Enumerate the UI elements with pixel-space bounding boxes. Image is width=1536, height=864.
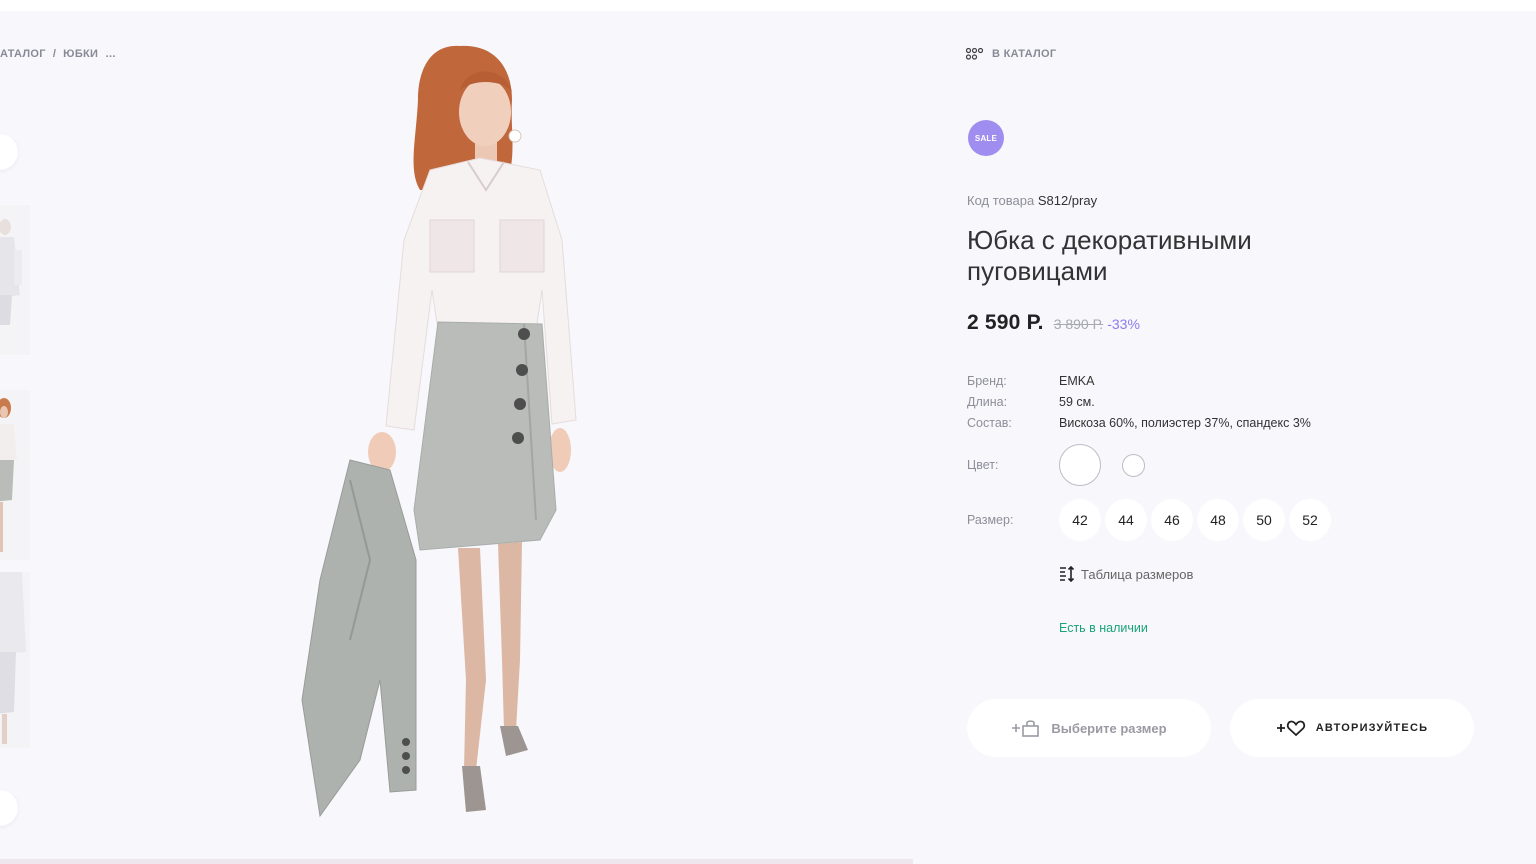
add-to-cart-button[interactable]: Выберите размер	[967, 699, 1211, 757]
bottom-divider	[0, 859, 913, 864]
size-option[interactable]: 46	[1151, 499, 1193, 541]
breadcrumb-separator: /	[52, 48, 57, 60]
thumbnail-1[interactable]	[0, 205, 30, 355]
property-label: Бренд:	[967, 373, 1007, 388]
product-sku: Код товара S812/pray	[967, 193, 1097, 208]
thumbnails-prev-button[interactable]	[0, 134, 18, 170]
sku-value: S812/pray	[1037, 193, 1098, 208]
thumbnail-3[interactable]	[0, 572, 30, 748]
auth-label: АВТОРИЗУЙТЕСЬ	[1315, 722, 1429, 734]
price-block: 2 590 Р. 3 890 Р. -33%	[967, 311, 1140, 335]
current-price: 2 590 Р.	[967, 311, 1044, 334]
discount-percent: -33%	[1107, 316, 1140, 332]
property-value: Вискоза 60%, полиэстер 37%, спандекс 3%	[1059, 415, 1311, 430]
size-option[interactable]: 52	[1289, 499, 1331, 541]
top-bar	[0, 0, 1536, 11]
color-swatch[interactable]	[1122, 453, 1145, 477]
sku-label: Код товара	[967, 193, 1035, 208]
breadcrumb-more[interactable]: ...	[106, 48, 116, 60]
add-to-favorites-icon	[1276, 720, 1305, 737]
add-to-cart-label: Выберите размер	[1051, 720, 1167, 736]
product-main-image[interactable]	[290, 40, 610, 830]
thumbnail-2[interactable]	[0, 390, 30, 560]
size-selector: Размер: 42 44 46 48 50 52	[967, 499, 1331, 541]
breadcrumb-item-skirts[interactable]: ЮБКИ	[63, 48, 98, 60]
property-label: Состав:	[967, 415, 1012, 430]
size-option[interactable]: 50	[1243, 499, 1285, 541]
color-label: Цвет:	[967, 458, 999, 472]
stock-status: Есть в наличии	[1059, 621, 1148, 635]
property-length: Длина: 59 см.	[967, 391, 1311, 412]
size-chart-icon	[1060, 566, 1075, 582]
add-to-cart-icon	[1012, 720, 1040, 737]
color-swatch-selected[interactable]	[1059, 444, 1101, 486]
product-title: Юбка с декоративными пуговицами	[967, 225, 1252, 286]
size-label: Размер:	[967, 513, 1014, 527]
size-option[interactable]: 44	[1105, 499, 1147, 541]
add-to-wishlist-button[interactable]: АВТОРИЗУЙТЕСЬ	[1230, 699, 1474, 757]
color-selector: Цвет:	[967, 444, 1145, 486]
back-to-catalog-label: В КАТАЛОГ	[992, 48, 1057, 60]
back-to-catalog-link[interactable]: В КАТАЛОГ	[966, 48, 1056, 60]
breadcrumb-item-catalog[interactable]: АТАЛОГ	[0, 48, 46, 60]
thumbnails-next-button[interactable]	[0, 790, 18, 826]
grid-dots-icon	[966, 48, 984, 60]
property-value: EMKA	[1059, 373, 1095, 388]
size-table-label: Таблица размеров	[1081, 566, 1194, 582]
property-composition: Состав: Вискоза 60%, полиэстер 37%, спан…	[967, 412, 1311, 433]
old-price: 3 890 Р.	[1053, 316, 1104, 332]
property-label: Длина:	[967, 394, 1008, 409]
size-options: 42 44 46 48 50 52	[1059, 499, 1331, 541]
product-properties: Бренд: EMKA Длина: 59 см. Состав: Вискоз…	[967, 370, 1311, 433]
property-value: 59 см.	[1059, 394, 1095, 409]
property-brand: Бренд: EMKA	[967, 370, 1311, 391]
size-option[interactable]: 48	[1197, 499, 1239, 541]
size-option[interactable]: 42	[1059, 499, 1101, 541]
sale-badge: SALE	[968, 120, 1004, 156]
breadcrumb: АТАЛОГ / ЮБКИ ...	[0, 48, 116, 60]
size-table-link[interactable]: Таблица размеров	[1059, 566, 1193, 582]
